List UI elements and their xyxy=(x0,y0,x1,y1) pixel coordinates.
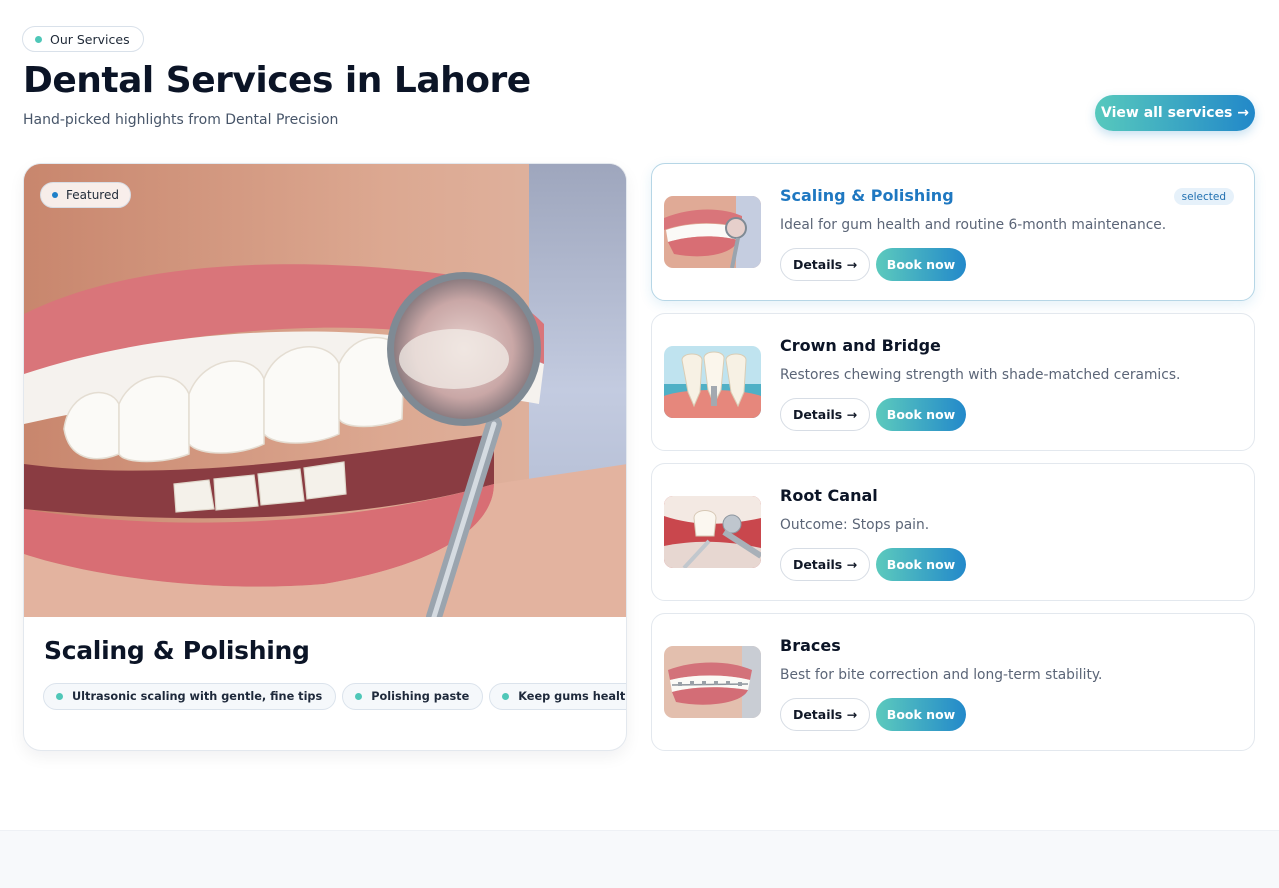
featured-service-title: Scaling & Polishing xyxy=(44,636,310,665)
details-button[interactable]: Details → xyxy=(780,398,870,431)
eyebrow-label: Our Services xyxy=(50,31,130,47)
details-button[interactable]: Details → xyxy=(780,248,870,281)
service-card-scaling-polishing[interactable]: Scaling & Polishing selected Ideal for g… xyxy=(651,163,1255,301)
featured-badge-label: Featured xyxy=(66,188,119,202)
service-card-braces[interactable]: Braces Best for bite correction and long… xyxy=(651,613,1255,751)
book-now-button[interactable]: Book now xyxy=(876,548,966,581)
details-button[interactable]: Details → xyxy=(780,548,870,581)
service-name: Braces xyxy=(780,636,841,655)
view-all-services-button[interactable]: View all services → xyxy=(1095,95,1255,131)
service-name: Root Canal xyxy=(780,486,878,505)
highlight-chip-label: Polishing paste xyxy=(371,690,470,703)
chip-dot-icon xyxy=(56,693,63,700)
featured-badge: Featured xyxy=(40,182,131,208)
featured-hero-image: Featured xyxy=(24,164,626,617)
selected-badge: selected xyxy=(1173,188,1234,205)
service-name: Crown and Bridge xyxy=(780,336,941,355)
service-card-root-canal[interactable]: Root Canal Outcome: Stops pain. Details … xyxy=(651,463,1255,601)
page-subtitle: Hand-picked highlights from Dental Preci… xyxy=(23,112,339,128)
service-description: Best for bite correction and long-term s… xyxy=(780,667,1103,683)
chip-dot-icon xyxy=(502,693,510,700)
service-description: Restores chewing strength with shade-mat… xyxy=(780,367,1181,383)
service-description: Ideal for gum health and routine 6-month… xyxy=(780,217,1167,233)
featured-highlights: Ultrasonic scaling with gentle, fine tip… xyxy=(43,683,626,710)
highlight-chip-label: Keep gums healthy xyxy=(518,690,626,703)
eyebrow-dot-icon xyxy=(35,35,42,43)
service-name: Scaling & Polishing xyxy=(780,186,954,205)
service-thumbnail xyxy=(664,346,761,418)
details-button[interactable]: Details → xyxy=(780,698,870,731)
service-card-crown-bridge[interactable]: Crown and Bridge Restores chewing streng… xyxy=(651,313,1255,451)
service-description: Outcome: Stops pain. xyxy=(780,517,930,533)
highlight-chip: Ultrasonic scaling with gentle, fine tip… xyxy=(43,683,337,710)
next-section-band xyxy=(0,830,1279,888)
badge-dot-icon xyxy=(52,192,58,198)
highlight-chip: Polishing paste xyxy=(342,683,484,710)
book-now-button[interactable]: Book now xyxy=(876,398,966,431)
page-title: Dental Services in Lahore xyxy=(23,60,531,101)
service-thumbnail xyxy=(664,196,761,268)
highlight-chip: Keep gums healthy xyxy=(489,683,626,710)
service-thumbnail xyxy=(664,646,761,718)
book-now-button[interactable]: Book now xyxy=(876,248,966,281)
book-now-button[interactable]: Book now xyxy=(876,698,966,731)
chip-dot-icon xyxy=(355,693,363,700)
service-thumbnail xyxy=(664,496,761,568)
section-eyebrow: Our Services xyxy=(22,26,144,52)
services-section: Our Services Dental Services in Lahore H… xyxy=(0,0,1279,830)
highlight-chip-label: Ultrasonic scaling with gentle, fine tip… xyxy=(72,690,323,703)
featured-service-card[interactable]: Featured Scaling & Polishing Ultrasonic … xyxy=(23,163,627,751)
